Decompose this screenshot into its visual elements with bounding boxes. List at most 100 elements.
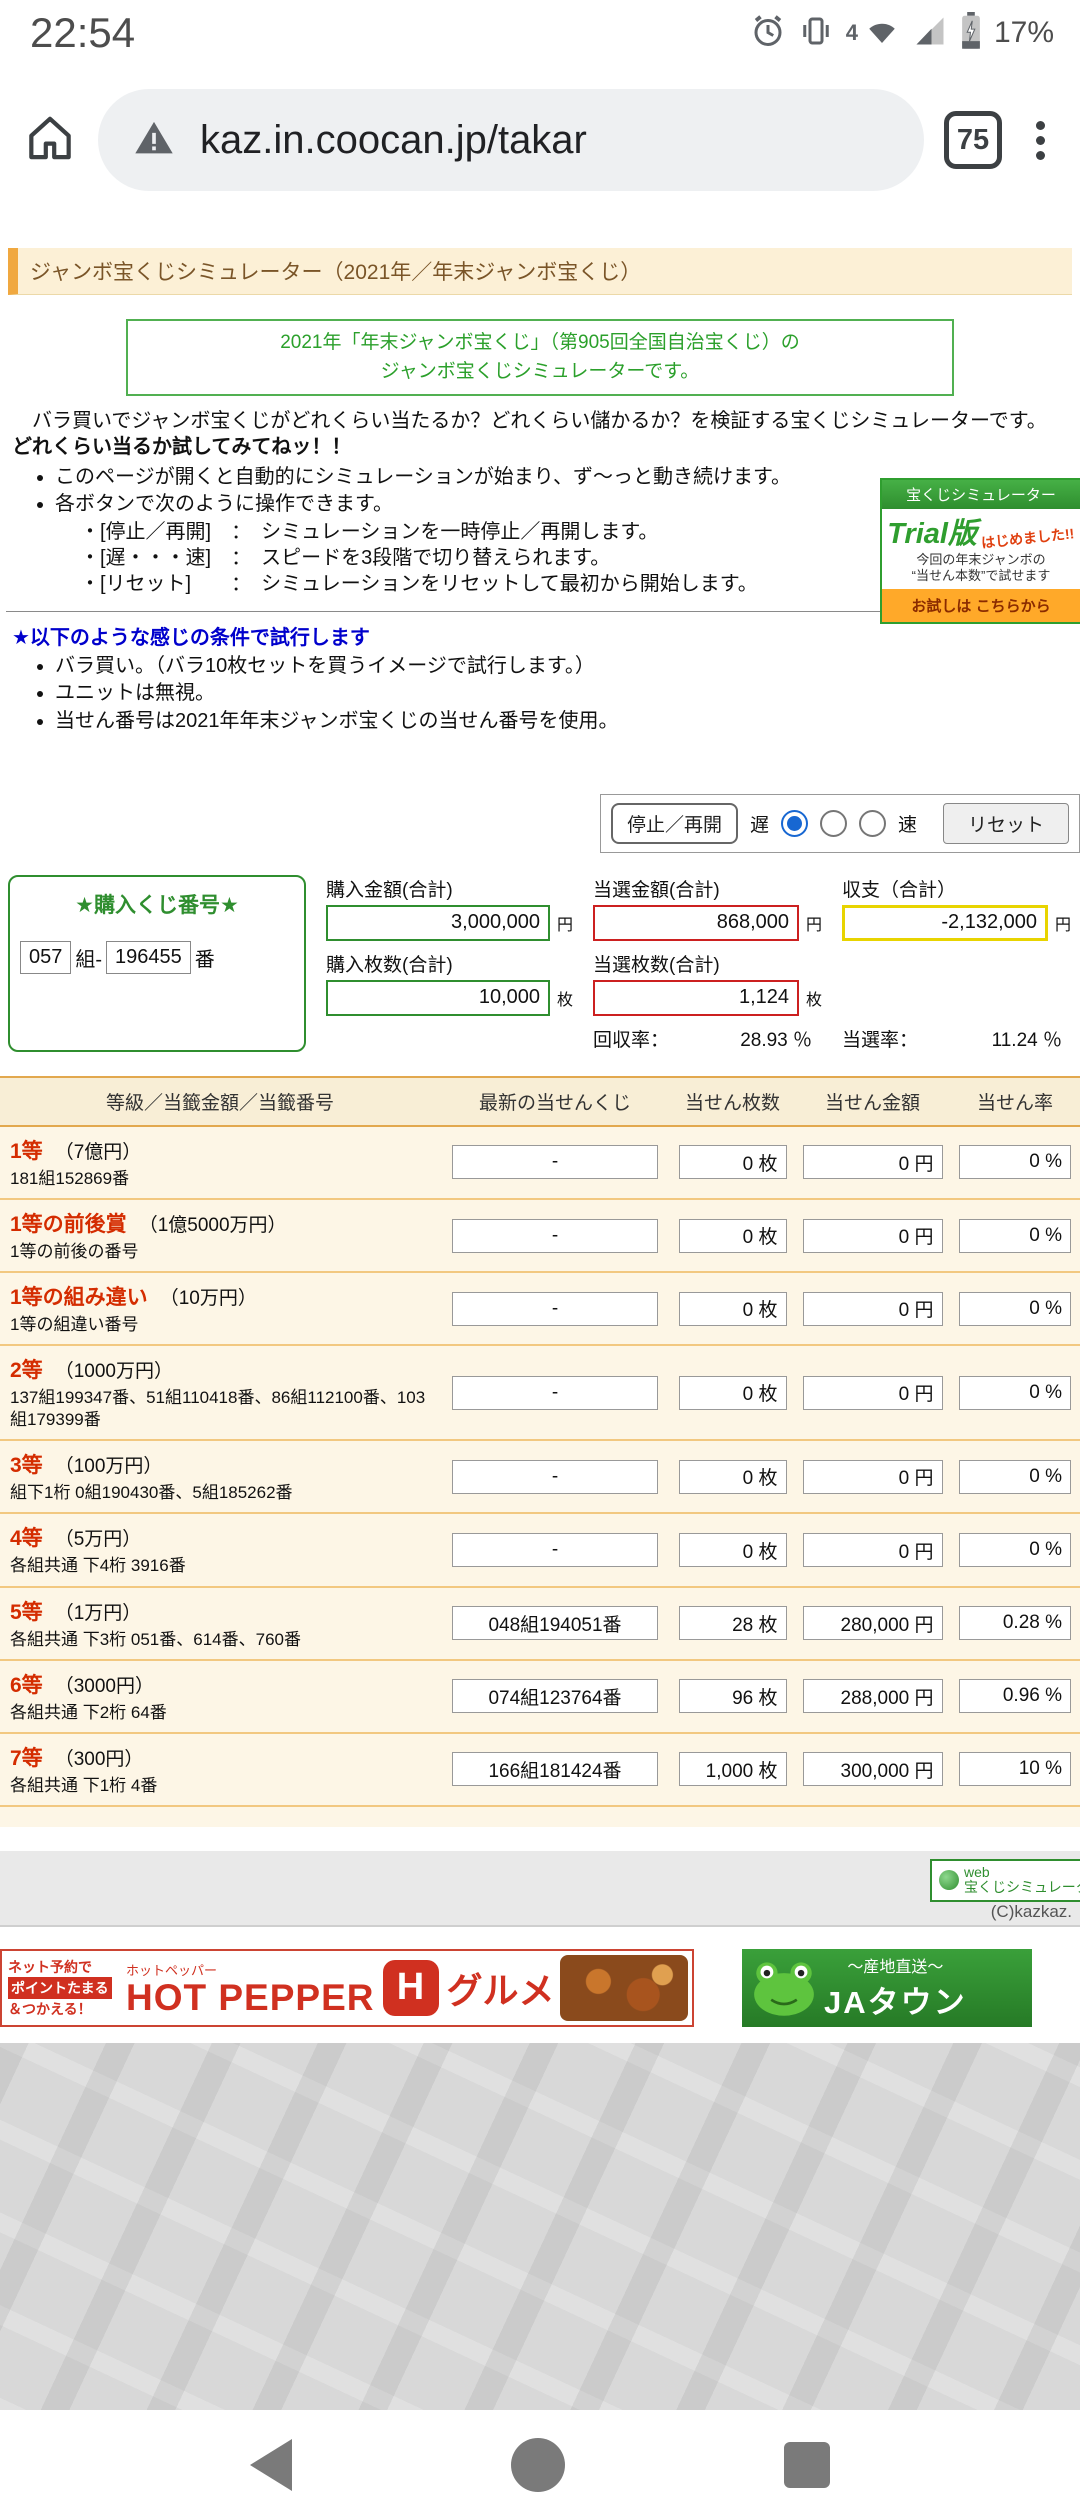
rank-label: 1等の組み違い bbox=[10, 1286, 148, 1310]
latest-win-cell: - bbox=[452, 1533, 658, 1568]
speed-radio-slow[interactable] bbox=[781, 809, 809, 837]
sidebar-ad-line2: “当せん本数”で試せます bbox=[911, 568, 1051, 584]
latest-win-cell: - bbox=[452, 1291, 658, 1326]
purchase-count-value: 10,000 bbox=[326, 979, 550, 1016]
url-bar[interactable]: kaz.in.coocan.jp/takar bbox=[98, 89, 924, 191]
rank-label: 6等 bbox=[10, 1673, 43, 1697]
table-row: 6等 （3000円） 各組共通 下2桁 64番 074組123764番 96 枚 2… bbox=[0, 1660, 1080, 1734]
winning-numbers: 各組共通 下2桁 64番 bbox=[10, 1702, 167, 1722]
win-count-label: 当選枚数(合計) bbox=[593, 954, 720, 976]
browser-toolbar: kaz.in.coocan.jp/takar 75 bbox=[0, 62, 1080, 228]
balance-column: 収支（合計） -2,132,000 円 当選率： 11.24 ％ bbox=[842, 875, 1072, 1052]
latest-win-cell: - bbox=[452, 1375, 658, 1410]
ad-banner-row: ネット予約で ポイントたまる ＆つかえる！ ホットペッパー HOT PEPPER… bbox=[0, 1948, 1080, 2027]
sidebar-ad[interactable]: 宝くじシミュレーター Trial版 はじめました!! 今回の年末ジャンボの “当… bbox=[880, 478, 1080, 624]
win-count-cell: 0 枚 bbox=[678, 1145, 787, 1180]
winning-numbers: 181組152869番 bbox=[10, 1168, 130, 1188]
purchased-ticket-box: ★購入くじ番号★ 057 組- 196455 番 bbox=[8, 874, 306, 1052]
latest-win-cell: - bbox=[452, 1145, 658, 1180]
purchase-count-label: 購入枚数(合計) bbox=[326, 954, 453, 976]
purchase-amount-unit: 円 bbox=[557, 916, 574, 934]
home-circle-icon[interactable] bbox=[511, 2438, 565, 2492]
header-amount: 当せん金額 bbox=[824, 1092, 920, 1114]
table-row: 1等の前後賞 （1億5000万円） 1等の前後の番号 - 0 枚 0 円 0 % bbox=[0, 1200, 1080, 1274]
table-row: 1等 （7億円） 181組152869番 - 0 枚 0 円 0 % bbox=[0, 1126, 1080, 1200]
intro-text: バラ買いでジャンボ宝くじがどれくらい当たるか？どれくらい儲かるか？を検証する宝く… bbox=[12, 410, 1047, 432]
winning-numbers: 137組199347番、51組110418番、86組112100番、103組17… bbox=[10, 1388, 426, 1430]
win-rate-value: 11.24 ％ bbox=[991, 1029, 1062, 1051]
ja-town-ad-banner[interactable]: 〜産地直送〜 JAタウン bbox=[742, 1948, 1032, 2027]
speed-radio-medium[interactable] bbox=[820, 809, 848, 837]
winning-numbers: 各組共通 下4桁 3916番 bbox=[10, 1556, 186, 1576]
pause-resume-button[interactable]: 停止／再開 bbox=[611, 802, 739, 844]
win-amount-value: 868,000 bbox=[593, 904, 800, 941]
win-count-cell: 1,000 枚 bbox=[678, 1752, 787, 1787]
win-count-cell: 0 枚 bbox=[678, 1375, 787, 1410]
table-row: 2等 （1000万円） 137組199347番、51組110418番、86組1121… bbox=[0, 1346, 1080, 1442]
prize-label: （1億5000万円） bbox=[138, 1215, 287, 1236]
rank-label: 7等 bbox=[10, 1746, 43, 1770]
hotpepper-brand: ホットペッパー HOT PEPPER bbox=[126, 1962, 375, 2018]
recovery-rate-label: 回収率： bbox=[593, 1029, 670, 1051]
prize-label: （1000万円） bbox=[54, 1361, 173, 1383]
rank-label: 3等 bbox=[10, 1454, 43, 1478]
hotpepper-ad-banner[interactable]: ネット予約で ポイントたまる ＆つかえる！ ホットペッパー HOT PEPPER… bbox=[0, 1948, 694, 2027]
hotpepper-tagline: ネット予約で ポイントたまる ＆つかえる！ bbox=[2, 1957, 120, 2019]
winning-numbers: 各組共通 下1桁 4番 bbox=[10, 1775, 158, 1795]
sidebar-ad-try-button[interactable]: お試しは こちらから bbox=[882, 588, 1080, 622]
win-count-value: 1,124 bbox=[593, 979, 800, 1016]
table-row: 5等 （1万円） 各組共通 下3桁 051番、614番、760番 048組19405… bbox=[0, 1587, 1080, 1661]
win-count-cell: 0 枚 bbox=[678, 1218, 787, 1253]
prize-label: （7億円） bbox=[54, 1141, 142, 1163]
back-icon[interactable] bbox=[250, 2439, 292, 2491]
balance-label: 収支（合計） bbox=[842, 879, 957, 901]
speed-radio-fast[interactable] bbox=[859, 809, 887, 837]
purchase-amount-label: 購入金額(合計) bbox=[326, 879, 453, 901]
background-pattern-area bbox=[0, 2042, 1080, 2410]
win-amount-cell: 0 円 bbox=[802, 1291, 943, 1326]
wifi-icon bbox=[864, 13, 900, 54]
recovery-rate-value: 28.93 ％ bbox=[740, 1029, 813, 1051]
badge-web-label: web bbox=[964, 1863, 990, 1880]
win-count-unit: 枚 bbox=[806, 991, 823, 1009]
win-count-cell: 28 枚 bbox=[678, 1606, 787, 1641]
latest-win-cell: 166組181424番 bbox=[452, 1752, 658, 1787]
latest-win-cell: - bbox=[452, 1218, 658, 1253]
frog-icon bbox=[754, 1962, 814, 2016]
prize-label: （5万円） bbox=[54, 1529, 142, 1551]
condition-1: バラ買い。（バラ10枚セットを買うイメージで試行します。） bbox=[55, 653, 1080, 679]
reset-button[interactable]: リセット bbox=[942, 802, 1069, 844]
intro-bold-text: どれくらい当るか試してみてねッ！！ bbox=[12, 436, 352, 459]
win-rate-cell: 0.96 % bbox=[959, 1679, 1071, 1714]
site-warning-icon bbox=[132, 116, 176, 165]
browser-menu-icon[interactable] bbox=[1022, 115, 1058, 166]
balance-unit: 円 bbox=[1055, 916, 1072, 934]
recents-icon[interactable] bbox=[784, 2442, 830, 2488]
prize-label: （10万円） bbox=[159, 1288, 257, 1310]
win-amount-label: 当選金額(合計) bbox=[593, 879, 720, 901]
food-photo bbox=[560, 1954, 688, 2021]
web-simulator-badge[interactable]: web 宝くじシミュレータ bbox=[930, 1858, 1080, 1902]
table-row-empty bbox=[0, 1806, 1080, 1827]
win-amount-cell: 288,000 円 bbox=[802, 1679, 943, 1714]
ticket-number-suffix: 番 bbox=[194, 948, 215, 971]
sidebar-ad-started: はじめました!! bbox=[980, 525, 1076, 551]
ticket-group-field: 057 bbox=[20, 940, 72, 974]
sidebar-ad-line1: 今回の年末ジャンボの bbox=[916, 552, 1046, 567]
winning-numbers: 各組共通 下3桁 051番、614番、760番 bbox=[10, 1629, 301, 1649]
page-footer: web 宝くじシミュレータ (C)kazkaz. bbox=[0, 1850, 1080, 1927]
intro-paragraph: バラ買いでジャンボ宝くじがどれくらい当たるか？どれくらい儲かるか？を検証する宝く… bbox=[12, 408, 1068, 461]
tab-counter-button[interactable]: 75 bbox=[944, 111, 1002, 169]
sidebar-ad-title: 宝くじシミュレーター bbox=[882, 480, 1080, 509]
win-rate-cell: 10 % bbox=[959, 1752, 1071, 1787]
winning-numbers: 1等の前後の番号 bbox=[10, 1242, 139, 1261]
ticket-group-suffix: 組- bbox=[75, 948, 103, 971]
header-count: 当せん枚数 bbox=[684, 1092, 780, 1114]
home-icon[interactable] bbox=[22, 110, 78, 171]
network-type-indicator: 4 bbox=[845, 20, 858, 45]
latest-win-cell: - bbox=[452, 1459, 658, 1494]
notice-line1: 2021年「年末ジャンボ宝くじ」（第905回全国自治宝くじ）の bbox=[280, 332, 800, 353]
android-screen: 22:54 4 17% kaz.in.coocan.jp/takar 75 ジャ… bbox=[0, 0, 1080, 2520]
win-amount-cell: 0 円 bbox=[802, 1459, 943, 1494]
win-amount-cell: 300,000 円 bbox=[802, 1752, 943, 1787]
